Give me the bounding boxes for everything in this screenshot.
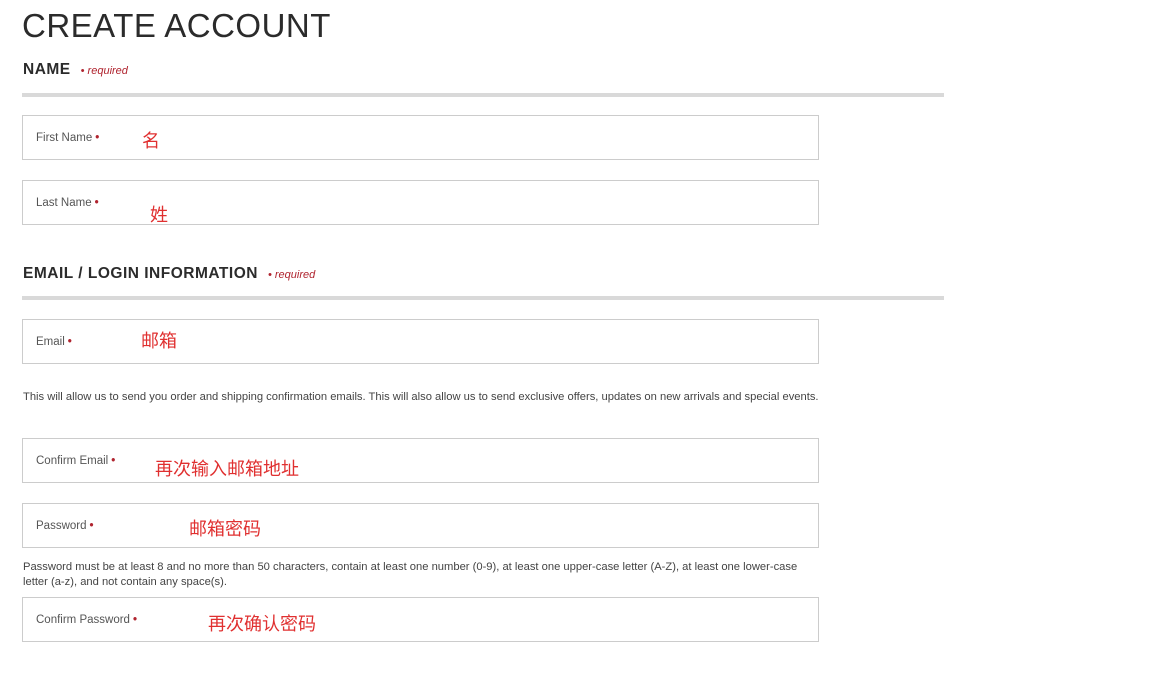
required-dot: • (111, 455, 116, 467)
confirm-email-field[interactable]: Confirm Email • 再次输入邮箱地址 (22, 438, 819, 483)
required-note: • required (267, 269, 316, 281)
password-field[interactable]: Password • 邮箱密码 (22, 503, 819, 548)
required-dot: • (132, 614, 137, 626)
password-help-text: Password must be at least 8 and no more … (23, 561, 798, 588)
last-name-field[interactable]: Last Name • 姓 (22, 180, 819, 226)
confirm-password-label: Confirm Password • (36, 614, 137, 626)
section-heading-login: EMAIL / LOGIN INFORMATION • required (23, 264, 315, 285)
required-dot: • (67, 336, 72, 348)
last-name-value: 姓 (150, 205, 168, 226)
first-name-value: 名 (142, 131, 160, 152)
required-note: • required (80, 65, 128, 77)
email-field[interactable]: Email • 邮箱 (22, 319, 819, 364)
password-value: 邮箱密码 (189, 519, 261, 540)
email-label: Email • (36, 336, 72, 348)
password-label-text: Password (36, 520, 87, 532)
confirm-password-label-text: Confirm Password (36, 614, 130, 626)
page-title: CREATE ACCOUNT (22, 7, 331, 44)
section-divider (22, 296, 944, 300)
email-value: 邮箱 (141, 331, 177, 352)
first-name-label: First Name • (36, 132, 99, 144)
section-heading-login-text: EMAIL / LOGIN INFORMATION (23, 265, 258, 282)
last-name-label: Last Name • (36, 197, 99, 209)
confirm-email-label: Confirm Email • (36, 455, 115, 467)
required-dot: • (94, 197, 99, 209)
section-divider (22, 93, 944, 97)
email-help-text: This will allow us to send you order and… (23, 391, 819, 403)
required-dot: • (89, 520, 94, 532)
required-dot: • (95, 132, 100, 144)
section-heading-name: NAME • required (23, 60, 128, 81)
confirm-email-value: 再次输入邮箱地址 (155, 459, 299, 480)
first-name-field[interactable]: First Name • 名 (22, 115, 819, 160)
password-label: Password • (36, 520, 94, 532)
confirm-password-value: 再次确认密码 (208, 614, 316, 635)
confirm-password-field[interactable]: Confirm Password • 再次确认密码 (22, 597, 819, 642)
section-heading-name-text: NAME (23, 61, 71, 78)
email-label-text: Email (36, 336, 65, 348)
last-name-label-text: Last Name (36, 197, 92, 209)
first-name-label-text: First Name (36, 132, 93, 144)
confirm-email-label-text: Confirm Email (36, 455, 109, 467)
